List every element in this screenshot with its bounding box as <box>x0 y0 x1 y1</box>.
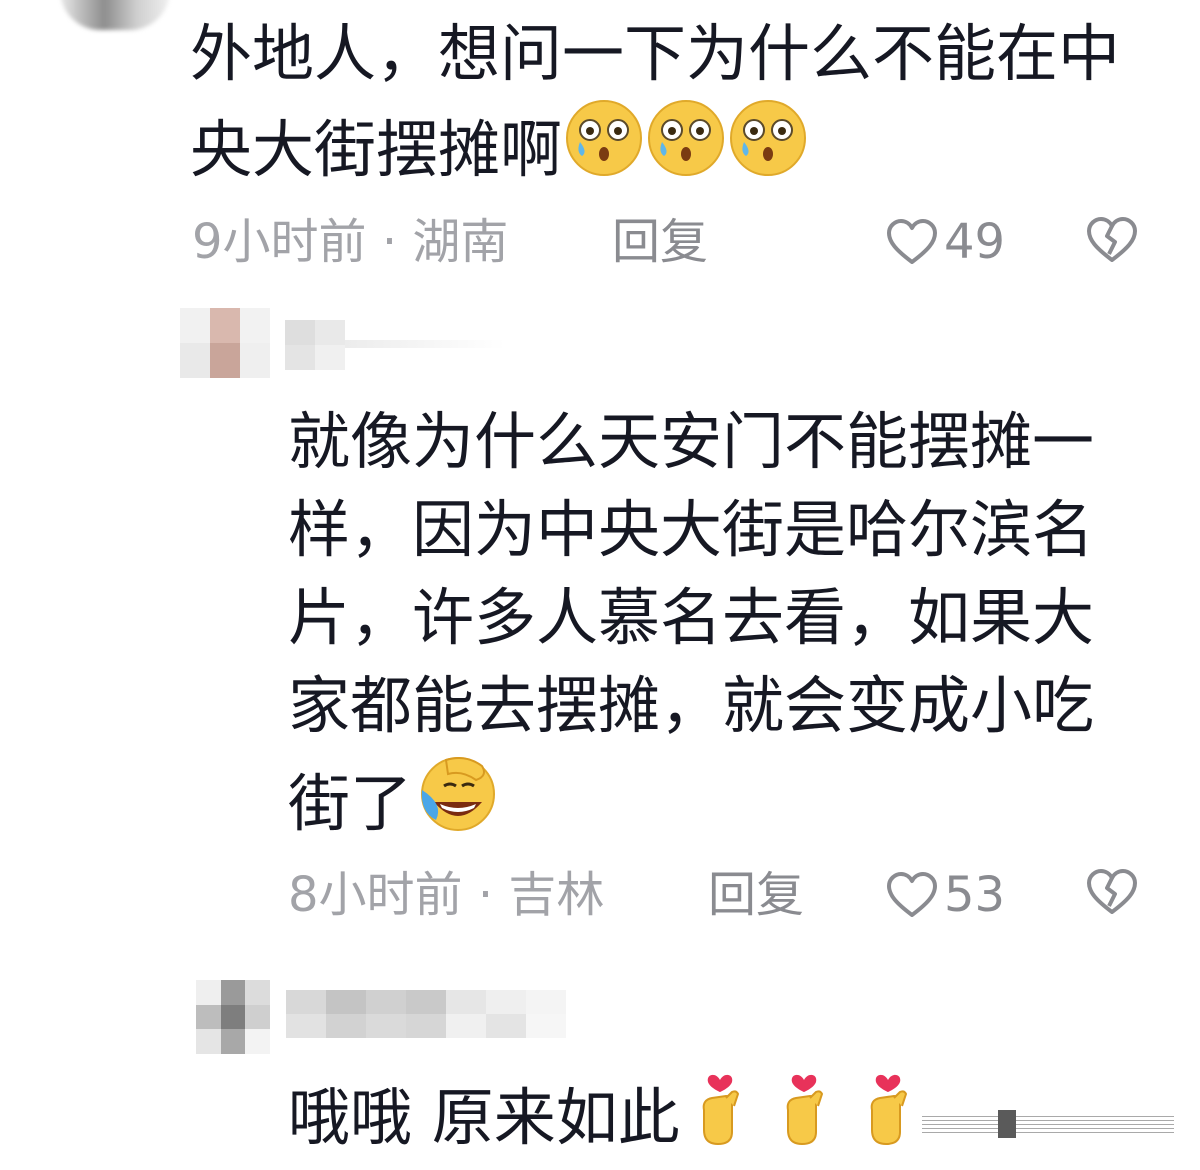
heart-outline-icon <box>887 219 937 264</box>
username-blurred[interactable] <box>286 990 566 1038</box>
broken-heart-icon <box>1087 869 1137 914</box>
like-count: 49 <box>944 214 1006 270</box>
comment-time: 9小时前 <box>192 214 367 270</box>
like-count: 53 <box>944 867 1006 923</box>
header-divider-fade <box>345 340 505 348</box>
avatar-partial[interactable] <box>60 0 170 30</box>
like-button[interactable]: 53 <box>886 865 1005 925</box>
comment-text: 外地人，想问一下为什么不能在中 央大街摆摊啊 <box>190 10 1180 201</box>
comment-2-text: 就像为什么天安门不能摆摊一 样，因为中央大街是哈尔滨名 片，许多人慕名去看，如果… <box>288 398 1168 857</box>
avatar[interactable] <box>196 980 270 1054</box>
shocked-tear-face-icon <box>646 98 726 201</box>
facepalm-laugh-icon <box>416 750 500 857</box>
finger-heart-icon <box>858 1066 928 1169</box>
dislike-button[interactable] <box>1086 868 1138 920</box>
finger-heart-icon <box>774 1066 844 1169</box>
heart-outline-icon <box>887 872 937 917</box>
dislike-button[interactable] <box>1086 216 1138 268</box>
comment-meta: 9小时前 · 湖南 <box>192 212 508 272</box>
shocked-tear-face-icon <box>564 98 644 201</box>
avatar[interactable] <box>180 308 270 378</box>
comment-line: 外地人，想问一下为什么不能在中 <box>190 17 1121 90</box>
comment-line-text: 央大街摆摊啊 <box>190 112 563 186</box>
reply-button[interactable]: 回复 <box>612 212 708 272</box>
comment-line-text: 哦哦 原来如此 <box>288 1080 680 1154</box>
comment-line: 央大街摆摊啊 <box>190 98 1180 201</box>
watermark-strip <box>922 1116 1174 1136</box>
comment-time: 8小时前 <box>288 867 463 923</box>
reply-button[interactable]: 回复 <box>708 865 804 925</box>
finger-heart-icon <box>690 1066 760 1169</box>
comment-meta: 8小时前 · 吉林 <box>288 865 604 925</box>
comment-line: 片，许多人慕名去看，如果大 <box>288 581 1095 654</box>
like-button[interactable]: 49 <box>886 212 1005 272</box>
comment-1: 外地人，想问一下为什么不能在中 央大街摆摊啊 <box>190 10 1180 201</box>
meta-separator: · <box>381 214 413 270</box>
comment-line: 街了 <box>288 750 1168 857</box>
comment-line: 样，因为中央大街是哈尔滨名 <box>288 493 1095 566</box>
shocked-tear-face-icon <box>728 98 808 201</box>
watermark-mark <box>998 1110 1016 1138</box>
comment-line: 家都能去摆摊，就会变成小吃 <box>288 669 1095 742</box>
comment-line-text: 街了 <box>288 766 413 840</box>
comment-location: 吉林 <box>508 867 605 923</box>
meta-separator: · <box>477 867 509 923</box>
broken-heart-icon <box>1087 217 1137 262</box>
comment-location: 湖南 <box>412 214 509 270</box>
username-blurred[interactable] <box>285 320 345 370</box>
comment-line: 就像为什么天安门不能摆摊一 <box>288 405 1095 478</box>
